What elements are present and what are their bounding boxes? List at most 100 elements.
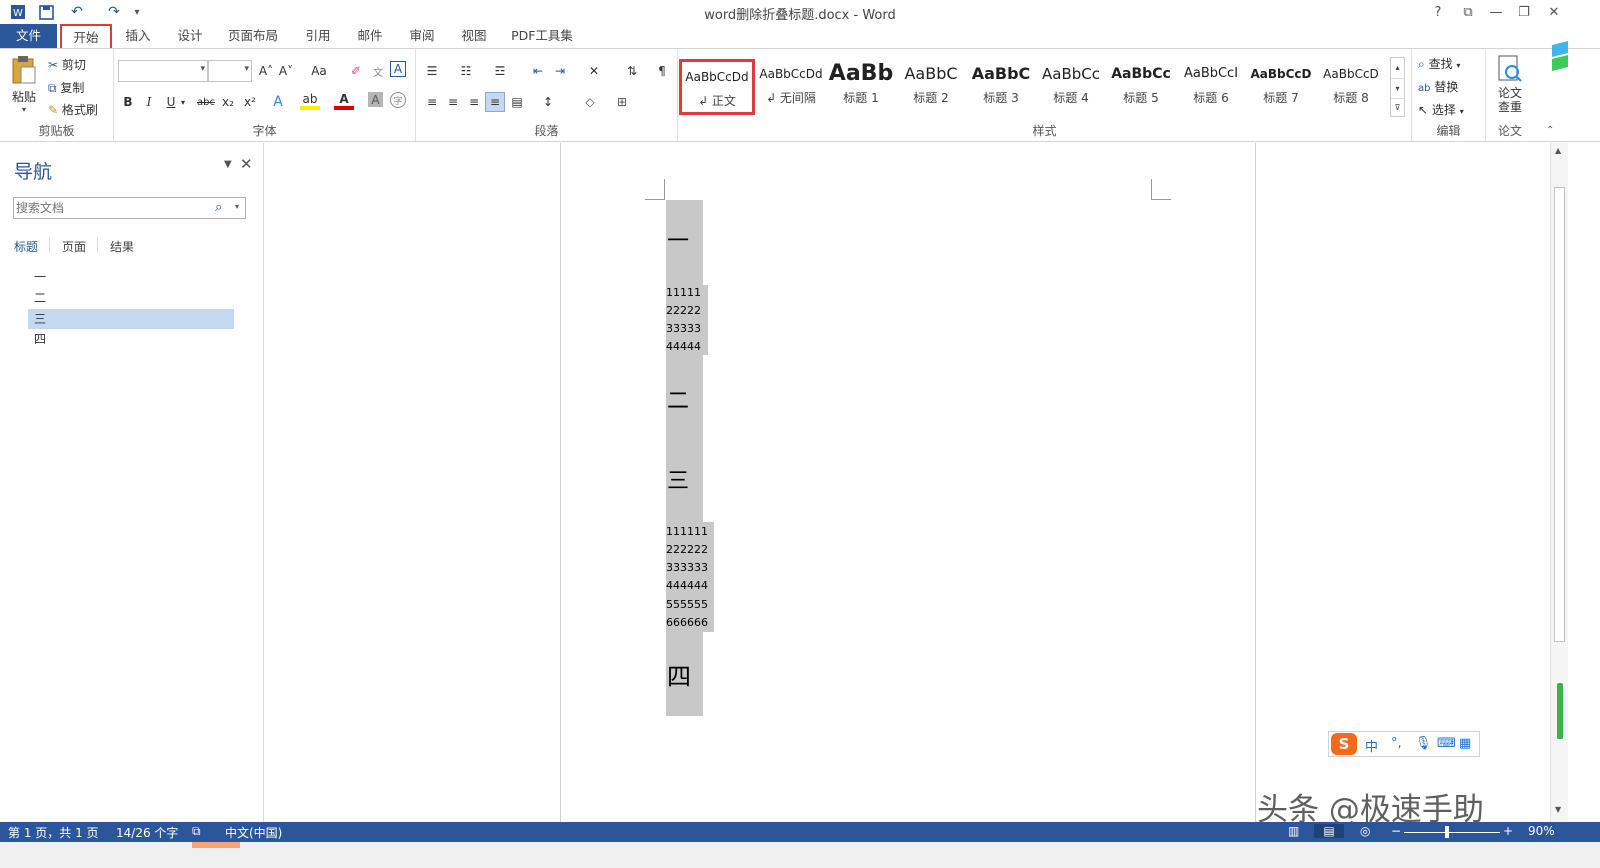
doc-line[interactable]: 22222 — [666, 302, 701, 320]
nav-tab-headings[interactable]: 标题 — [14, 238, 38, 255]
bold-button[interactable]: B — [118, 92, 138, 112]
clear-format-icon[interactable]: ✐ — [346, 61, 366, 81]
thesis-check-button[interactable]: 论文 查重 — [1492, 55, 1528, 114]
doc-line[interactable]: 11111 — [666, 284, 701, 302]
superscript-button[interactable]: x² — [240, 92, 260, 112]
grow-font-button[interactable]: A˄ — [256, 61, 276, 81]
help-icon[interactable]: ? — [1424, 2, 1452, 22]
proofing-icon[interactable]: ⧉ — [192, 824, 201, 839]
ime-toolbar[interactable]: S 中 °, 🎙 ⌨ ▦ — [1328, 731, 1480, 757]
status-words[interactable]: 14/26 个字 — [116, 824, 178, 841]
doc-line[interactable]: 44444 — [666, 338, 701, 356]
document-page[interactable]: 一 二 三 四 — [560, 143, 1256, 822]
tab-home[interactable]: 开始 — [60, 24, 112, 48]
nav-tab-pages[interactable]: 页面 — [62, 238, 86, 255]
zoom-slider-thumb[interactable] — [1445, 826, 1449, 838]
vertical-scrollbar[interactable]: ▲ ▼ — [1550, 143, 1568, 822]
ribbon-display-options-icon[interactable]: ⧉ — [1454, 2, 1482, 22]
increase-indent-icon[interactable]: ⇥ — [550, 61, 570, 81]
maximize-icon[interactable]: ❐ — [1510, 2, 1538, 22]
align-left-icon[interactable]: ≡ — [422, 92, 442, 112]
distributed-icon[interactable]: ▤ — [507, 92, 527, 112]
tab-pdf-tools[interactable]: PDF工具集 — [506, 24, 578, 48]
tab-review[interactable]: 审阅 — [400, 24, 444, 48]
copy-button[interactable]: ⧉ 复制 — [48, 79, 84, 96]
multilevel-list-icon[interactable]: ☲ — [490, 61, 510, 81]
tab-mailings[interactable]: 邮件 — [348, 24, 392, 48]
enclose-characters-icon[interactable]: 字 — [390, 92, 406, 108]
nav-heading-item[interactable]: 一 — [28, 267, 234, 287]
align-right-icon[interactable]: ≡ — [464, 92, 484, 112]
doc-line[interactable]: 555555 — [666, 596, 708, 614]
font-size-combo[interactable]: ▾ — [208, 60, 252, 82]
doc-heading[interactable]: 四 — [667, 657, 691, 692]
italic-button[interactable]: I — [139, 92, 159, 112]
nav-tab-results[interactable]: 结果 — [110, 238, 134, 255]
tab-insert[interactable]: 插入 — [116, 24, 160, 48]
doc-line[interactable]: 33333 — [666, 320, 701, 338]
read-mode-icon[interactable]: ▥ — [1288, 824, 1299, 838]
style-heading-8[interactable]: AaBbCcD 标题 8 — [1316, 59, 1386, 115]
cut-button[interactable]: ✂ 剪切 — [48, 56, 86, 73]
status-language[interactable]: 中文(中国) — [225, 824, 282, 841]
font-color-icon[interactable]: A — [334, 92, 354, 110]
chinese-layout-icon[interactable]: ✕ — [584, 61, 604, 81]
tab-view[interactable]: 视图 — [452, 24, 496, 48]
style-heading-3[interactable]: AaBbC 标题 3 — [966, 59, 1036, 115]
nav-options-icon[interactable]: ▼ — [224, 159, 232, 170]
sort-icon[interactable]: ⇅ — [622, 61, 642, 81]
style-gallery-scroll[interactable]: ▴ ▾ ⊽ — [1390, 57, 1405, 117]
tab-file[interactable]: 文件 — [0, 24, 57, 48]
style-heading-1[interactable]: AaBb 标题 1 — [826, 59, 896, 115]
align-center-icon[interactable]: ≡ — [443, 92, 463, 112]
numbering-icon[interactable]: ☷ — [456, 61, 476, 81]
zoom-out-icon[interactable]: − — [1391, 824, 1401, 838]
style-heading-7[interactable]: AaBbCcD 标题 7 — [1246, 59, 1316, 115]
chevron-up-icon[interactable]: ▴ — [1391, 58, 1404, 78]
ime-lang[interactable]: 中 — [1365, 736, 1378, 755]
close-icon[interactable]: ✕ — [1540, 2, 1568, 22]
print-layout-icon[interactable]: ▤ — [1314, 824, 1344, 838]
font-name-combo[interactable]: ▾ — [118, 60, 208, 82]
nav-heading-item[interactable]: 二 — [28, 288, 234, 308]
justify-icon[interactable]: ≡ — [485, 92, 505, 112]
close-icon[interactable]: ✕ — [240, 155, 253, 173]
search-input[interactable] — [16, 200, 206, 216]
find-button[interactable]: ⌕ 查找 ▾ — [1418, 55, 1460, 72]
doc-heading[interactable]: 三 — [667, 463, 689, 495]
chevron-down-icon[interactable]: ▾ — [1391, 78, 1404, 98]
zoom-level[interactable]: 90% — [1528, 824, 1555, 838]
chevron-down-icon[interactable]: ▾ — [235, 202, 239, 211]
line-spacing-icon[interactable]: ↕ — [538, 92, 558, 112]
doc-line[interactable]: 444444 — [666, 577, 708, 595]
scroll-up-icon[interactable]: ▲ — [1555, 146, 1561, 155]
keyboard-icon[interactable]: ⌨ — [1437, 736, 1456, 751]
search-icon[interactable]: ⌕ — [215, 200, 222, 215]
status-page[interactable]: 第 1 页，共 1 页 — [8, 824, 99, 841]
replace-button[interactable]: ab 替换 — [1418, 78, 1458, 95]
highlight-icon[interactable]: ab — [300, 92, 320, 110]
text-effects-icon[interactable]: A — [268, 92, 288, 112]
tab-page-layout[interactable]: 页面布局 — [222, 24, 284, 48]
bullets-icon[interactable]: ☰ — [422, 61, 442, 81]
show-marks-icon[interactable]: ¶ — [652, 61, 672, 81]
gallery-more-icon[interactable]: ⊽ — [1391, 98, 1404, 116]
collapse-ribbon-icon[interactable]: ⌃ — [1546, 125, 1554, 136]
web-layout-icon[interactable]: ◎ — [1360, 824, 1370, 838]
nav-heading-item-selected[interactable]: 三 — [28, 309, 234, 329]
ime-punct[interactable]: °, — [1391, 736, 1402, 751]
shading-icon[interactable]: ◇ — [580, 92, 600, 112]
select-button[interactable]: ↖ 选择 ▾ — [1418, 101, 1464, 118]
doc-line[interactable]: 666666 — [666, 614, 708, 632]
character-shading-icon[interactable]: A — [368, 92, 383, 107]
doc-heading[interactable]: 一 — [667, 223, 689, 255]
minimize-icon[interactable]: — — [1482, 2, 1510, 22]
doc-line[interactable]: 333333 — [666, 559, 708, 577]
paste-button[interactable]: 粘贴 ▾ — [6, 55, 42, 115]
style-heading-5[interactable]: AaBbCc 标题 5 — [1106, 59, 1176, 115]
nav-heading-item[interactable]: 四 — [28, 329, 234, 349]
scroll-down-icon[interactable]: ▼ — [1555, 805, 1561, 814]
zoom-in-icon[interactable]: + — [1503, 824, 1513, 838]
style-normal[interactable]: AaBbCcDd ↲ 正文 — [679, 59, 755, 115]
strikethrough-button[interactable]: abc — [194, 92, 218, 112]
